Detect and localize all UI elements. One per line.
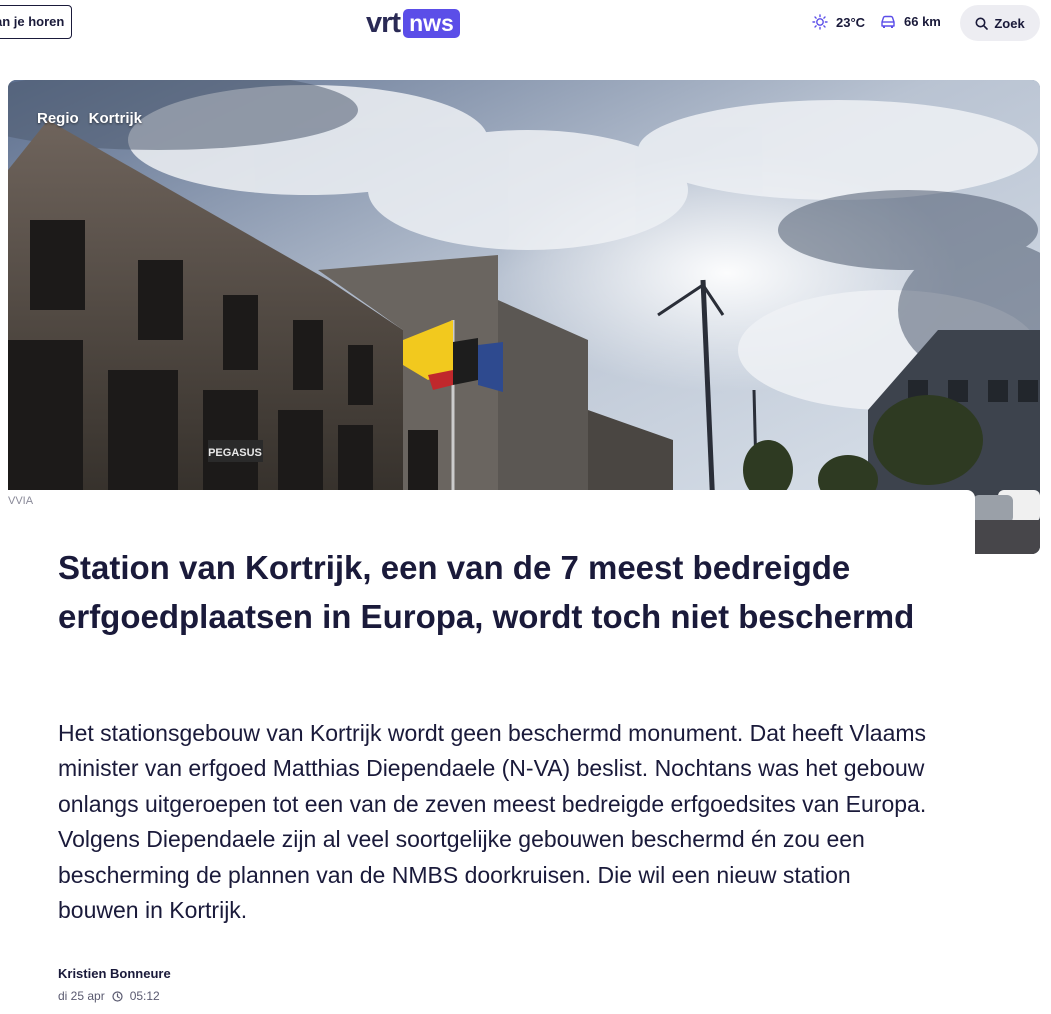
- article-author[interactable]: Kristien Bonneure: [58, 966, 171, 981]
- listen-button[interactable]: an je horen: [0, 5, 72, 39]
- article-date: di 25 apr: [58, 989, 105, 1003]
- site-header: an je horen vrt nws 23°C 66 km Zoek: [0, 0, 1051, 46]
- breadcrumb-regio[interactable]: Regio: [37, 110, 79, 127]
- vrt-nws-logo[interactable]: vrt nws: [366, 8, 460, 38]
- search-button[interactable]: Zoek: [960, 5, 1040, 41]
- car-icon: [881, 15, 895, 28]
- logo-nws-badge: nws: [403, 8, 460, 38]
- temperature: 23°C: [836, 14, 866, 30]
- station-photo: PEGASUS: [8, 80, 1040, 554]
- pegasus-sign: PEGASUS: [208, 447, 262, 459]
- photo-credit: VVIA: [8, 495, 34, 507]
- article-lead: Het stationsgebouw van Kortrijk wordt ge…: [58, 720, 927, 924]
- breadcrumb: Regio Kortrijk: [37, 110, 142, 127]
- search-icon: [975, 17, 989, 30]
- logo-vrt-text: vrt: [366, 7, 401, 39]
- breadcrumb-kortrijk[interactable]: Kortrijk: [89, 110, 142, 127]
- traffic-queue: 66 km: [904, 14, 941, 29]
- weather-widget[interactable]: 23°C: [812, 14, 865, 30]
- article-meta: di 25 apr 05:12: [58, 989, 160, 1003]
- hero-image: PEGASUS: [8, 80, 1040, 554]
- article-title: Station van Kortrijk, een van de 7 meest…: [58, 549, 915, 635]
- article-time: 05:12: [129, 989, 160, 1003]
- traffic-widget[interactable]: 66 km: [880, 14, 941, 29]
- clock-icon: [112, 990, 123, 1002]
- sun-icon: [812, 14, 828, 30]
- search-label: Zoek: [994, 15, 1025, 31]
